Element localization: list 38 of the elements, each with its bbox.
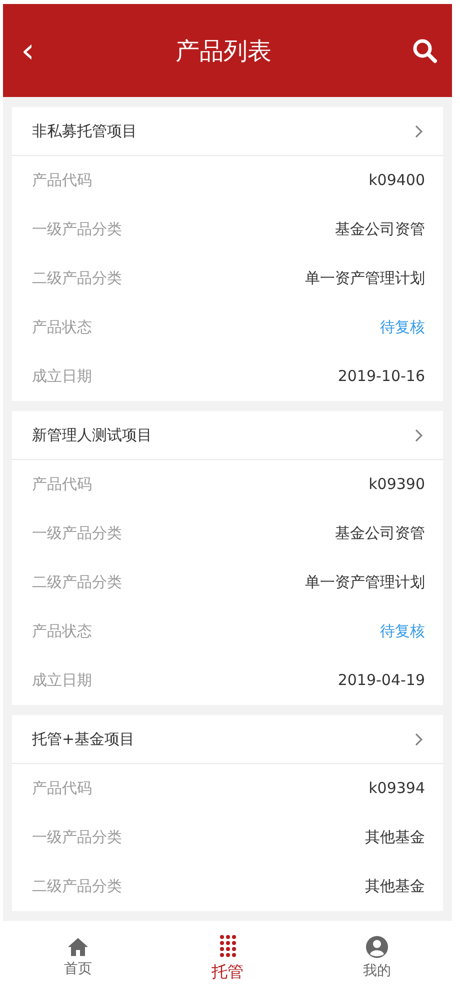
chevron-icon: [415, 124, 423, 138]
field-label: 产品状态: [32, 621, 92, 642]
field-label: 一级产品分类: [32, 827, 122, 848]
field-value: 2019-04-19: [338, 670, 425, 692]
home-icon: [66, 937, 89, 957]
field-value: 其他基金: [365, 876, 425, 898]
field-label: 二级产品分类: [32, 572, 122, 594]
chevron-icon: [415, 428, 423, 442]
back-button[interactable]: ‹: [21, 34, 35, 68]
search-button[interactable]: [412, 38, 438, 64]
field-label: 成立日期: [32, 366, 92, 388]
tab[interactable]: 托管: [152, 921, 302, 996]
field-label: 产品代码: [32, 474, 92, 496]
page-title: 产品列表: [175, 36, 272, 66]
chevron-icon: [415, 732, 423, 746]
field-label: 一级产品分类: [32, 219, 122, 240]
field-value: 单一资产管理计划: [305, 572, 425, 594]
field-label: 二级产品分类: [32, 268, 122, 290]
status-value: 待复核: [380, 317, 425, 338]
field-value: 基金公司资管: [335, 523, 425, 544]
field-label: 一级产品分类: [32, 523, 122, 544]
field-label: 产品状态: [32, 317, 92, 338]
field-label: 产品代码: [32, 170, 92, 192]
field-label: 成立日期: [32, 670, 92, 692]
field-value: 单一资产管理计划: [305, 268, 425, 290]
tab[interactable]: 首页: [3, 921, 153, 996]
field-value: k09394: [368, 778, 425, 800]
tab[interactable]: 我的: [302, 921, 452, 996]
dot-grid-icon: [218, 934, 236, 958]
field-value: 基金公司资管: [335, 219, 425, 240]
field-label: 产品代码: [32, 778, 92, 800]
field-label: 二级产品分类: [32, 876, 122, 898]
status-value: 待复核: [380, 621, 425, 642]
field-value: 2019-10-16: [338, 366, 425, 388]
field-value: k09400: [368, 170, 425, 192]
field-value: 其他基金: [365, 827, 425, 848]
user-icon: [365, 935, 390, 959]
field-value: k09390: [368, 474, 425, 496]
